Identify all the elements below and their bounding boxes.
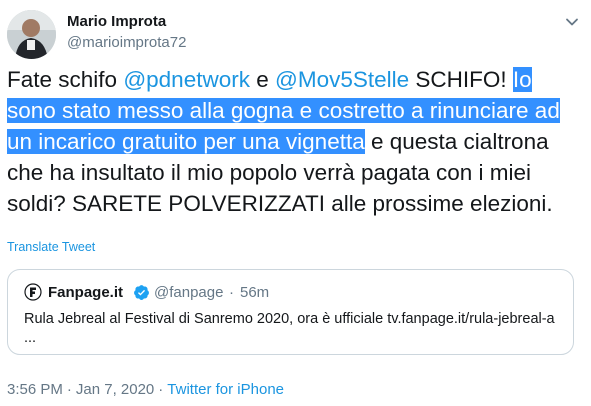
meta-separator: ·	[66, 381, 72, 398]
author-avatar[interactable]	[7, 10, 56, 59]
quoted-separator: ·	[229, 284, 234, 301]
author-handle[interactable]: @marioimprota72	[67, 34, 186, 51]
fanpage-logo-icon	[24, 283, 42, 301]
chevron-down-icon[interactable]	[563, 13, 581, 31]
tweet-date[interactable]: Jan 7, 2020	[76, 381, 154, 398]
tweet-meta: 3:56 PM · Jan 7, 2020 · Twitter for iPhone	[7, 381, 284, 398]
quoted-timestamp: 56m	[240, 284, 270, 301]
quoted-tweet-text: Rula Jebreal al Festival di Sanremo 2020…	[24, 311, 555, 346]
tweet-time[interactable]: 3:56 PM	[7, 381, 63, 398]
quoted-author-name: Fanpage.it	[48, 284, 124, 301]
mention-pdnetwork[interactable]: @pdnetwork	[123, 67, 250, 92]
tweet-text-part2: e	[249, 67, 275, 92]
meta-separator-2: ·	[158, 381, 164, 398]
tweet-text-part1: Fate schifo	[7, 67, 124, 92]
tweet-text-part3: SCHIFO!	[409, 67, 513, 92]
verified-badge-icon	[133, 284, 150, 301]
tweet-text: Fate schifo @pdnetwork e @Mov5Stelle SCH…	[7, 64, 585, 219]
quoted-tweet-card[interactable]: Fanpage.it @fanpage · 56m Rula Jebreal a…	[7, 269, 574, 355]
tweet-source-link[interactable]: Twitter for iPhone	[167, 381, 284, 398]
mention-mov5stelle[interactable]: @Mov5Stelle	[275, 67, 409, 92]
author-name[interactable]: Mario Improta	[67, 13, 166, 30]
quoted-author-handle: @fanpage	[154, 284, 224, 301]
translate-tweet-link[interactable]: Translate Tweet	[7, 240, 95, 254]
